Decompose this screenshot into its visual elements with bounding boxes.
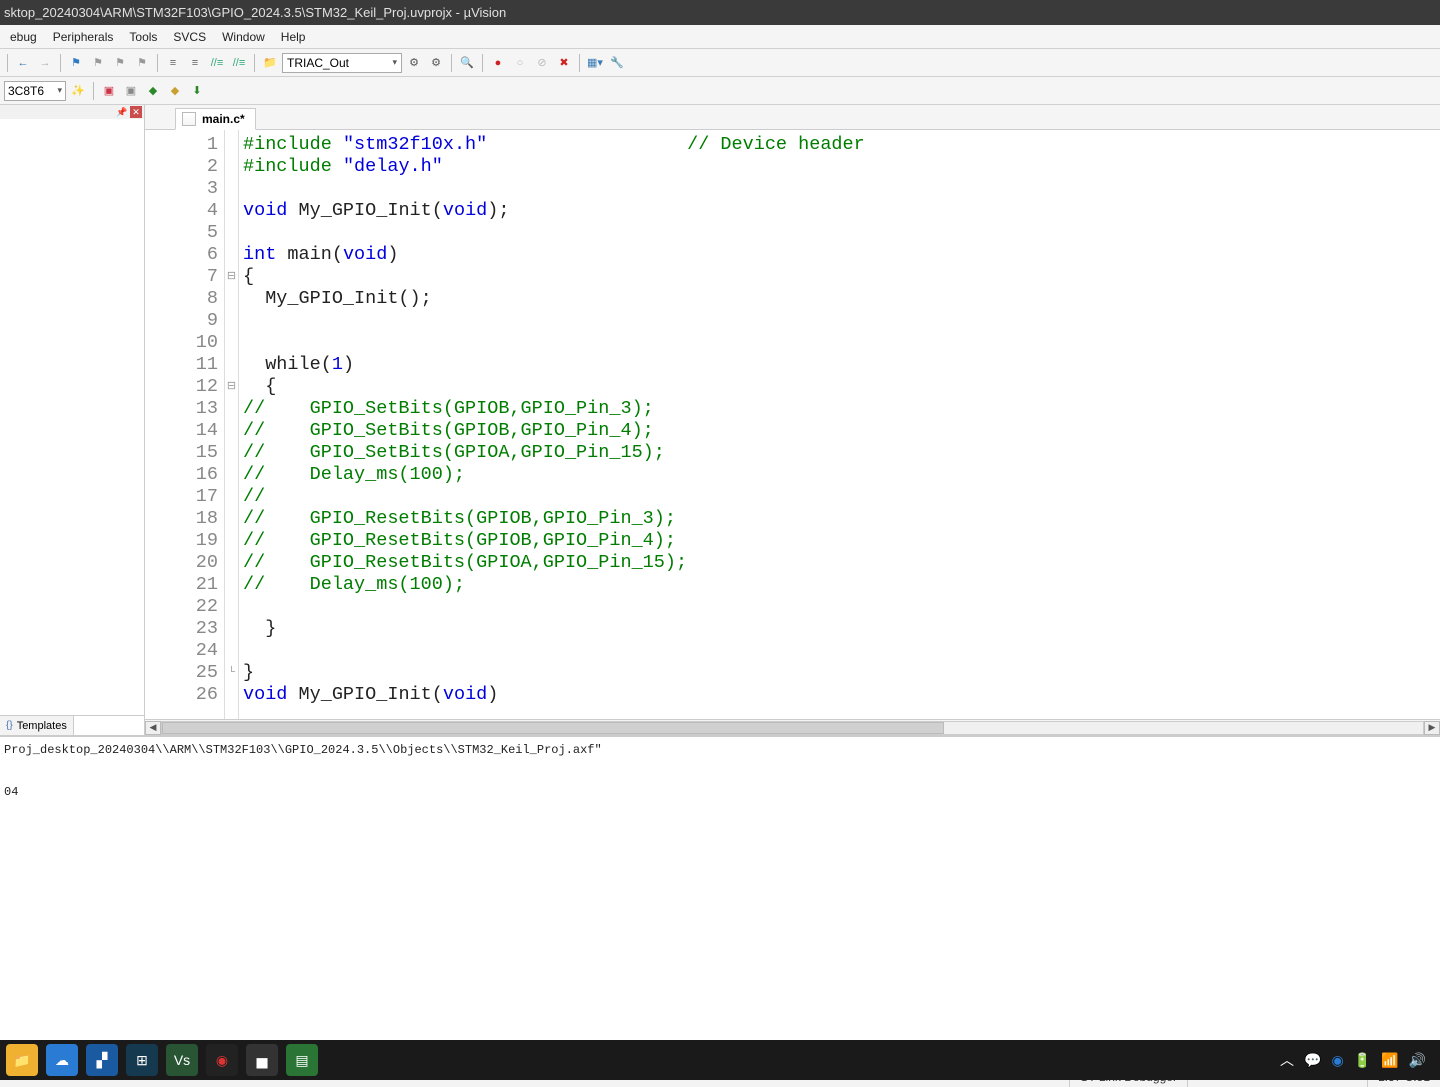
toolbar-main: ← → ⚑ ⚑ ⚑ ⚑ ≡ ≡ //≡ //≡ 📁 TRIAC_Out ⚙ ⚙ … (0, 49, 1440, 77)
back-button[interactable]: ← (13, 53, 33, 73)
templates-tab[interactable]: {} Templates (0, 716, 74, 735)
separator (60, 54, 61, 72)
menu-debug[interactable]: ebug (2, 27, 45, 47)
build-output-panel[interactable]: Proj_desktop_20240304\\ARM\\STM32F103\\G… (0, 735, 1440, 885)
templates-tab-label: Templates (17, 720, 67, 732)
indent-left-button[interactable]: ≡ (163, 53, 183, 73)
menu-window[interactable]: Window (214, 27, 273, 47)
close-icon[interactable]: ✕ (130, 106, 142, 118)
breakpoint-disable-button[interactable]: ⊘ (532, 53, 552, 73)
tray-wifi-icon[interactable]: 📶 (1381, 1052, 1398, 1069)
breakpoint-enable-button[interactable]: ○ (510, 53, 530, 73)
taskbar-app-5[interactable]: Vs (166, 1044, 198, 1076)
indent-right-button[interactable]: ≡ (185, 53, 205, 73)
tray-wechat-icon[interactable]: 💬 (1304, 1052, 1321, 1069)
separator (157, 54, 158, 72)
output-line-1: Proj_desktop_20240304\\ARM\\STM32F103\\G… (4, 743, 602, 757)
menu-help[interactable]: Help (273, 27, 314, 47)
project-panel: 📌 ✕ {} Templates (0, 105, 145, 735)
menu-bar: ebug Peripherals Tools SVCS Window Help (0, 25, 1440, 49)
forward-button[interactable]: → (35, 53, 55, 73)
taskbar-app-3[interactable]: ▞ (86, 1044, 118, 1076)
separator (579, 54, 580, 72)
system-tray[interactable]: ︿ 💬 ◉ 🔋 📶 🔊 (1280, 1050, 1434, 1070)
target-name-combo-text: TRIAC_Out (287, 56, 349, 70)
comment-button[interactable]: //≡ (207, 53, 227, 73)
fold-column[interactable]: ⊟⊟└ (225, 130, 239, 719)
find-button[interactable]: 📁 (260, 53, 280, 73)
debug-button[interactable]: 🔍 (457, 53, 477, 73)
project-panel-body[interactable] (0, 119, 144, 715)
bookmark-next-button[interactable]: ⚑ (110, 53, 130, 73)
output-line-3: 04 (4, 785, 18, 799)
code-editor[interactable]: 1234567891011121314151617181920212223242… (145, 130, 1440, 719)
file-tab-main-c[interactable]: main.c* (175, 108, 256, 130)
horizontal-scrollbar[interactable]: ◀ ▶ (145, 719, 1440, 735)
bookmark-clear-button[interactable]: ⚑ (132, 53, 152, 73)
scroll-track[interactable] (161, 721, 1424, 735)
bookmark-toggle-button[interactable]: ⚑ (66, 53, 86, 73)
bookmark-prev-button[interactable]: ⚑ (88, 53, 108, 73)
target-name-combo[interactable]: TRIAC_Out (282, 53, 402, 73)
title-text: sktop_20240304\ARM\STM32F103\GPIO_2024.3… (4, 5, 506, 20)
tab-strip: main.c* (145, 105, 1440, 130)
manage-button[interactable]: ▣ (99, 81, 119, 101)
breakpoint-kill-button[interactable]: ✖ (554, 53, 574, 73)
taskbar-app-8[interactable]: ▤ (286, 1044, 318, 1076)
document-icon (182, 112, 196, 126)
code-text-area[interactable]: #include "stm32f10x.h" // Device header#… (239, 130, 1440, 719)
title-bar: sktop_20240304\ARM\STM32F103\GPIO_2024.3… (0, 0, 1440, 25)
windows-taskbar[interactable]: 📁 ☁ ▞ ⊞ Vs ◉ ▅ ▤ ︿ 💬 ◉ 🔋 📶 🔊 (0, 1040, 1440, 1080)
taskbar-app-7[interactable]: ▅ (246, 1044, 278, 1076)
window-layout-button[interactable]: ▦▾ (585, 53, 605, 73)
project-panel-header: 📌 ✕ (0, 105, 144, 119)
empty-area (0, 885, 1440, 1065)
tray-battery-icon[interactable]: 🔋 (1354, 1052, 1371, 1069)
device-combo-text: 3C8T6 (8, 84, 44, 98)
download-button[interactable]: ⬇ (187, 81, 207, 101)
taskbar-app-6[interactable]: ◉ (206, 1044, 238, 1076)
select-button[interactable]: ◆ (165, 81, 185, 101)
taskbar-app-1[interactable]: 📁 (6, 1044, 38, 1076)
separator (7, 54, 8, 72)
pin-icon[interactable]: 📌 (116, 106, 128, 118)
rebuild-button[interactable]: ⚙ (426, 53, 446, 73)
scroll-left-button[interactable]: ◀ (145, 721, 161, 735)
options-button[interactable]: ✨ (68, 81, 88, 101)
separator (93, 82, 94, 100)
scroll-thumb[interactable] (162, 722, 944, 734)
menu-tools[interactable]: Tools (121, 27, 165, 47)
menu-peripherals[interactable]: Peripherals (45, 27, 122, 47)
tray-app-icon[interactable]: ◉ (1331, 1052, 1343, 1069)
configure-button[interactable]: 🔧 (607, 53, 627, 73)
device-combo[interactable]: 3C8T6 (4, 81, 66, 101)
tray-volume-icon[interactable]: 🔊 (1409, 1052, 1426, 1069)
project-panel-tabs: {} Templates (0, 715, 144, 735)
separator (254, 54, 255, 72)
toolbar-secondary: 3C8T6 ✨ ▣ ▣ ◆ ◆ ⬇ (0, 77, 1440, 105)
line-number-gutter: 1234567891011121314151617181920212223242… (145, 130, 225, 719)
menu-svcs[interactable]: SVCS (165, 27, 214, 47)
build-button[interactable]: ⚙ (404, 53, 424, 73)
editor-area: main.c* 12345678910111213141516171819202… (145, 105, 1440, 735)
taskbar-app-4[interactable]: ⊞ (126, 1044, 158, 1076)
tray-chevron-icon[interactable]: ︿ (1280, 1050, 1294, 1070)
separator (451, 54, 452, 72)
uncomment-button[interactable]: //≡ (229, 53, 249, 73)
file-tab-label: main.c* (202, 112, 245, 126)
books-button[interactable]: ▣ (121, 81, 141, 101)
separator (482, 54, 483, 72)
taskbar-app-2[interactable]: ☁ (46, 1044, 78, 1076)
main-area: 📌 ✕ {} Templates main.c* 123456789101112… (0, 105, 1440, 735)
templates-icon: {} (6, 720, 13, 731)
pack-button[interactable]: ◆ (143, 81, 163, 101)
breakpoint-insert-button[interactable]: ● (488, 53, 508, 73)
scroll-right-button[interactable]: ▶ (1424, 721, 1440, 735)
